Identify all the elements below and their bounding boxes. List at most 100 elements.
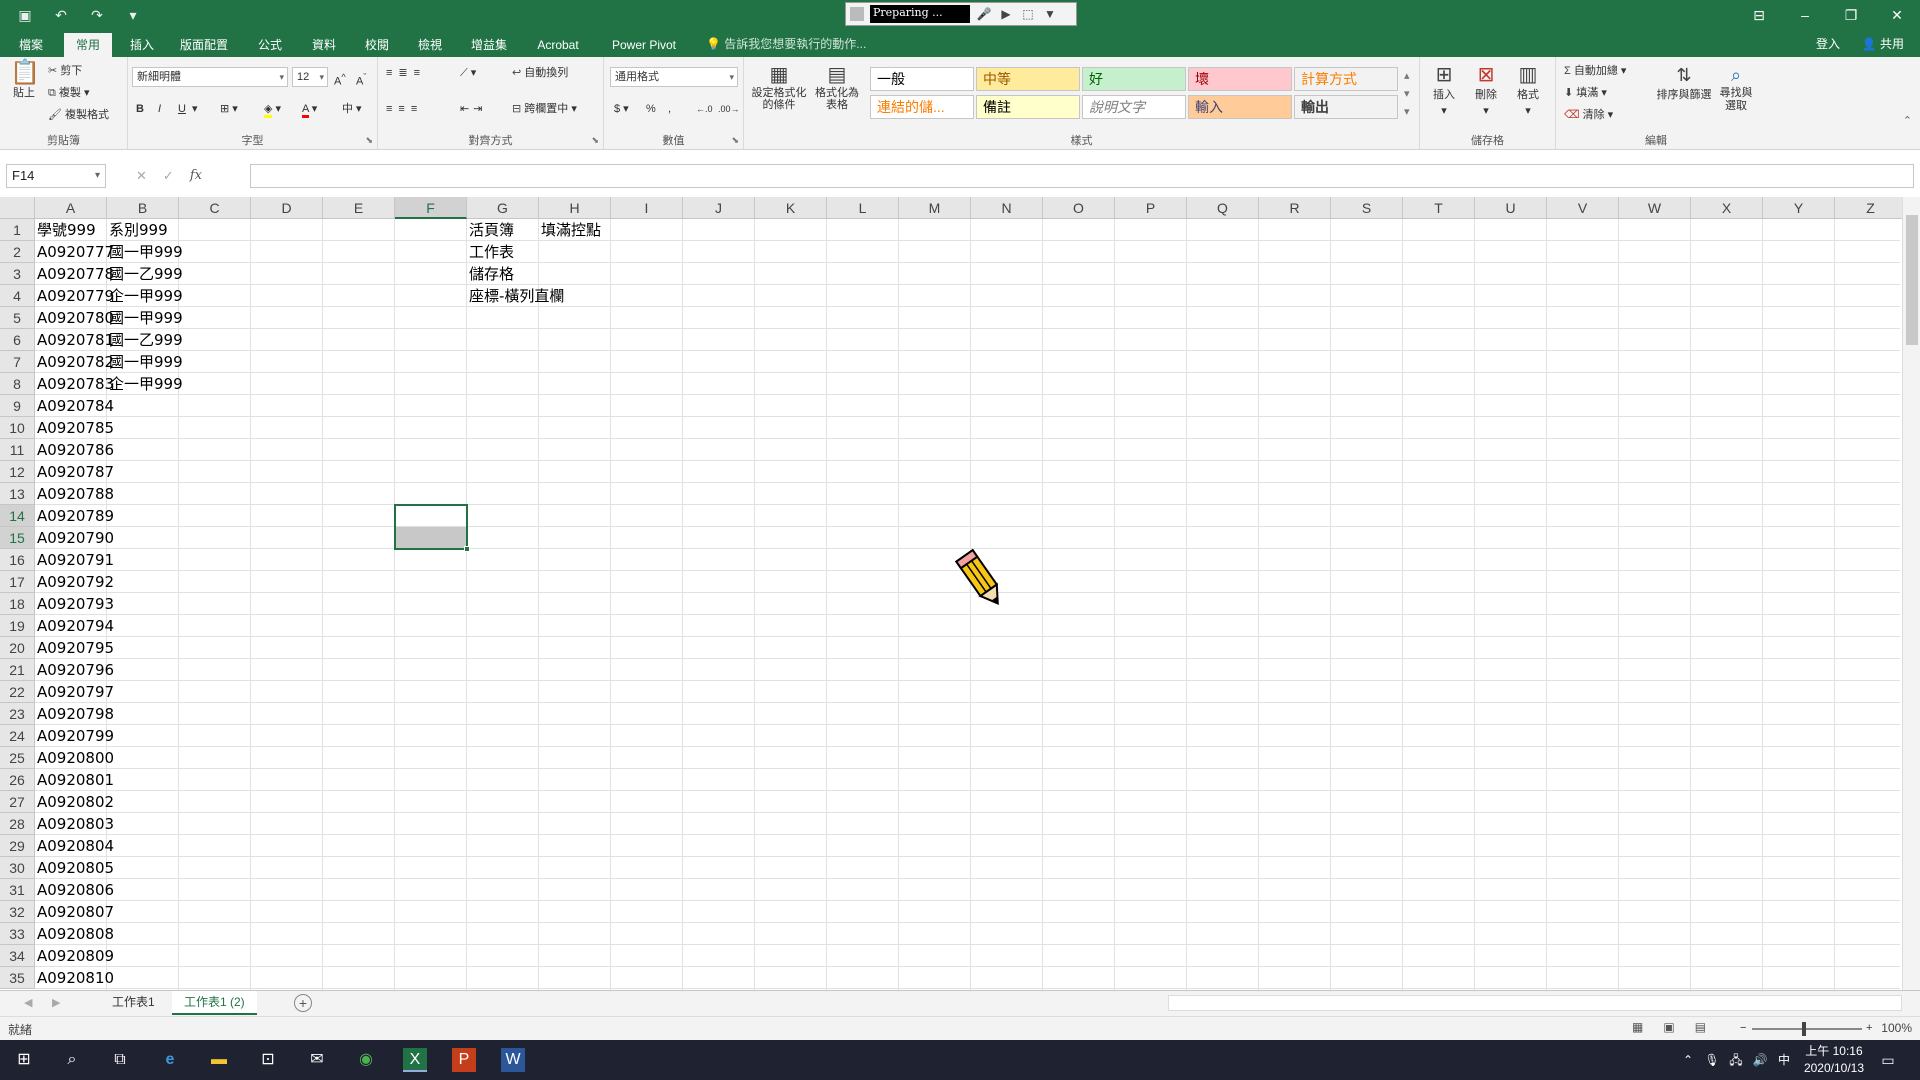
format-as-table-button[interactable]: ▤ 格式化為表格 [812, 63, 862, 111]
number-dialog-launcher-icon[interactable]: ⬊ [731, 132, 739, 148]
row-header-5[interactable]: 5 [0, 307, 35, 329]
column-header-u[interactable]: U [1475, 197, 1547, 219]
column-header-r[interactable]: R [1259, 197, 1331, 219]
cell-a21[interactable]: A0920796 [35, 659, 114, 681]
increase-decimal-icon[interactable]: ←.0 [696, 101, 713, 117]
cell-a1[interactable]: 學號999 [35, 219, 96, 241]
column-header-w[interactable]: W [1619, 197, 1691, 219]
customize-qat-icon[interactable]: ▾ [122, 4, 144, 26]
tab-insert[interactable]: 插入 [118, 33, 166, 57]
vertical-scrollbar[interactable] [1902, 197, 1920, 990]
row-header-29[interactable]: 29 [0, 835, 35, 857]
zoom-out-icon[interactable]: − [1740, 1020, 1746, 1036]
row-header-31[interactable]: 31 [0, 879, 35, 901]
cell-b6[interactable]: 國一乙999 [107, 329, 183, 351]
percent-button[interactable]: % [646, 101, 656, 117]
cell-b5[interactable]: 國一甲999 [107, 307, 183, 329]
cell-a20[interactable]: A0920795 [35, 637, 114, 659]
autosum-button[interactable]: Σ 自動加總 ▾ [1564, 63, 1626, 79]
font-color-icon[interactable]: A ▾ [302, 101, 317, 118]
cell-g4[interactable]: 座標-橫列直欄 [467, 285, 564, 307]
tab-acrobat[interactable]: Acrobat [528, 33, 588, 57]
microphone-icon[interactable]: 🎤 [976, 6, 992, 22]
cell-a34[interactable]: A0920809 [35, 945, 114, 967]
ribbon-display-options-icon[interactable]: ⊟ [1736, 0, 1782, 30]
region-icon[interactable]: ⬚ [1020, 6, 1036, 22]
row-header-1[interactable]: 1 [0, 219, 35, 241]
cell-b3[interactable]: 國一乙999 [107, 263, 183, 285]
cell-a23[interactable]: A0920798 [35, 703, 114, 725]
tab-formulas[interactable]: 公式 [246, 33, 294, 57]
delete-cells-button[interactable]: ⊠ 刪除 ▾ [1468, 63, 1504, 119]
cell-b7[interactable]: 國一甲999 [107, 351, 183, 373]
tab-review[interactable]: 校閱 [353, 33, 401, 57]
cell-a13[interactable]: A0920788 [35, 483, 114, 505]
style-normal[interactable]: 一般 [870, 67, 974, 91]
row-header-32[interactable]: 32 [0, 901, 35, 923]
microphone-tray-icon[interactable]: 🎙 [1700, 1048, 1724, 1072]
cell-a28[interactable]: A0920803 [35, 813, 114, 835]
camera-icon[interactable]: ▶ [998, 6, 1014, 22]
cell-b4[interactable]: 企一甲999 [107, 285, 183, 307]
underline-button[interactable]: U [178, 101, 186, 117]
column-header-q[interactable]: Q [1187, 197, 1259, 219]
cell-g3[interactable]: 儲存格 [467, 263, 514, 285]
wrap-text-button[interactable]: ↩ 自動換列 [512, 65, 568, 81]
column-header-b[interactable]: B [107, 197, 179, 219]
ime-indicator[interactable]: 中 [1772, 1048, 1796, 1072]
restore-button[interactable]: ❐ [1828, 0, 1874, 30]
task-view-icon[interactable]: ⧉ [108, 1048, 132, 1072]
style-good[interactable]: 好 [1082, 67, 1186, 91]
file-explorer-icon[interactable]: ▬ [207, 1048, 231, 1072]
style-explanatory[interactable]: 說明文字 [1082, 95, 1186, 119]
tab-power-pivot[interactable]: Power Pivot [604, 33, 684, 57]
cell-a33[interactable]: A0920808 [35, 923, 114, 945]
tab-page-layout[interactable]: 版面配置 [172, 33, 236, 57]
column-header-m[interactable]: M [899, 197, 971, 219]
system-clock[interactable]: 上午 10:16 2020/10/13 [1804, 1043, 1864, 1077]
sign-in-link[interactable]: 登入 [1816, 34, 1840, 54]
cell-a24[interactable]: A0920799 [35, 725, 114, 747]
row-header-3[interactable]: 3 [0, 263, 35, 285]
tab-addins[interactable]: 增益集 [462, 33, 516, 57]
column-header-p[interactable]: P [1115, 197, 1187, 219]
minimize-button[interactable]: – [1782, 0, 1828, 30]
column-header-g[interactable]: G [467, 197, 539, 219]
column-header-c[interactable]: C [179, 197, 251, 219]
cell-a8[interactable]: A0920783 [35, 373, 114, 395]
zoom-in-icon[interactable]: + [1866, 1020, 1872, 1036]
fill-button[interactable]: ⬇ 填滿 ▾ [1564, 85, 1607, 101]
horizontal-align-icons[interactable]: ≡≡≡ [386, 101, 423, 117]
cell-a15[interactable]: A0920790 [35, 527, 114, 549]
cell-a12[interactable]: A0920787 [35, 461, 114, 483]
row-header-2[interactable]: 2 [0, 241, 35, 263]
cell-a35[interactable]: A0920810 [35, 967, 114, 989]
style-neutral[interactable]: 中等 [976, 67, 1080, 91]
mail-icon[interactable]: ✉ [305, 1048, 329, 1072]
vertical-align-icons[interactable]: ≡≣≡ [386, 65, 426, 81]
word-icon[interactable]: W [501, 1048, 525, 1072]
copy-button[interactable]: ⧉ 複製 ▾ [48, 85, 90, 101]
name-box[interactable]: F14 [6, 164, 106, 188]
cell-a18[interactable]: A0920793 [35, 593, 114, 615]
column-header-z[interactable]: Z [1835, 197, 1907, 219]
comma-button[interactable]: , [668, 101, 671, 117]
tell-me-search[interactable]: 💡 告訴我您想要執行的動作... [706, 34, 866, 54]
insert-function-icon[interactable]: fx [190, 164, 202, 188]
column-header-f[interactable]: F [395, 197, 467, 219]
close-button[interactable]: ✕ [1874, 0, 1920, 30]
row-header-34[interactable]: 34 [0, 945, 35, 967]
cell-a2[interactable]: A0920777 [35, 241, 114, 263]
row-header-20[interactable]: 20 [0, 637, 35, 659]
store-icon[interactable]: ⊡ [256, 1048, 280, 1072]
row-header-9[interactable]: 9 [0, 395, 35, 417]
notifications-icon[interactable]: ▭ [1876, 1048, 1900, 1072]
cell-a9[interactable]: A0920784 [35, 395, 114, 417]
cell-a32[interactable]: A0920807 [35, 901, 114, 923]
row-header-8[interactable]: 8 [0, 373, 35, 395]
style-calculation[interactable]: 計算方式 [1294, 67, 1398, 91]
format-cells-button[interactable]: ▥ 格式 ▾ [1510, 63, 1546, 119]
cell-g2[interactable]: 工作表 [467, 241, 514, 263]
row-header-24[interactable]: 24 [0, 725, 35, 747]
cell-a14[interactable]: A0920789 [35, 505, 114, 527]
